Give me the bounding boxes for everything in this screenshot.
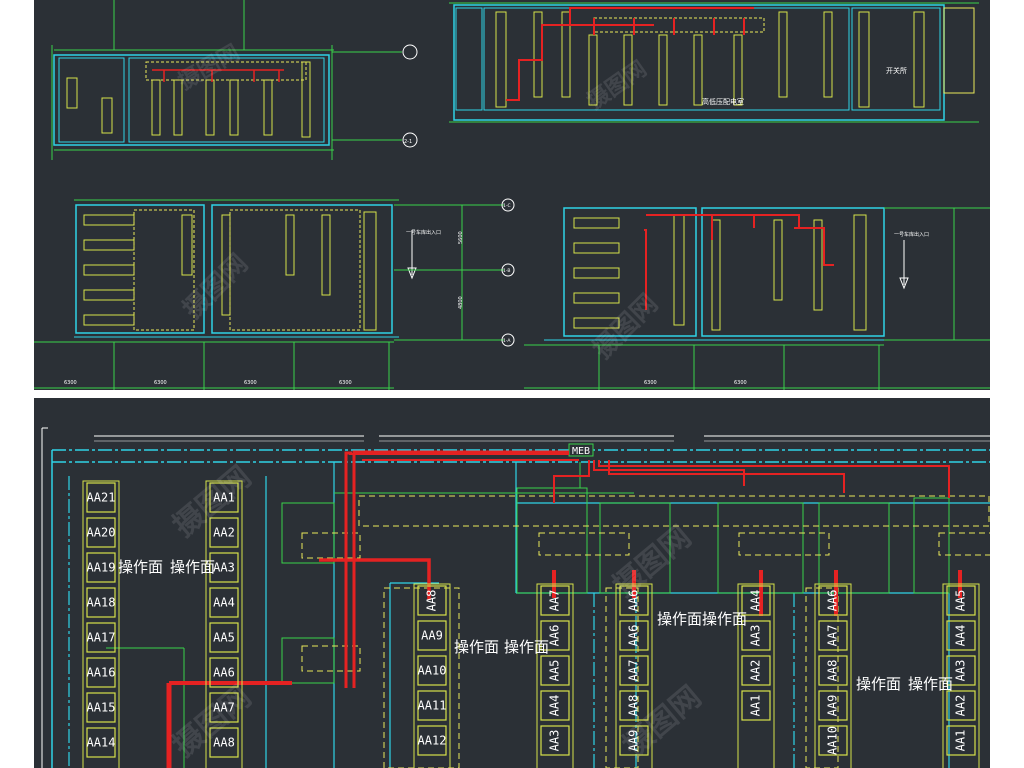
operation-face-label-7: 操作面 — [856, 675, 901, 693]
detail-drawing: MEB AA21 AA20 AA19 AA18 AA17 AA16 AA15 AA14 AA1 A… — [41, 427, 990, 768]
cabinet-label: AA16 — [87, 666, 116, 680]
operation-face-label-6: 操作面 — [702, 610, 747, 628]
cabinet-label: AA5 — [213, 631, 235, 645]
bottom-dimension-3: 6300 — [244, 380, 257, 386]
cabinet-label: AA12 — [418, 734, 447, 748]
axis-label-1-c: 1-C — [503, 203, 511, 209]
cabinet-label: AA6 — [826, 590, 840, 612]
cabinet-label: AA20 — [87, 526, 116, 540]
cabinet-label: AA8 — [425, 590, 439, 612]
room-label-switch: 开关所 — [886, 66, 907, 75]
axis-label-1-b: 1-B — [503, 268, 510, 274]
svg-text:摄图网: 摄图网 — [175, 41, 245, 96]
operation-face-label-8: 操作面 — [908, 675, 953, 693]
cabinet-label: AA3 — [548, 730, 562, 752]
cabinet-label: AA4 — [213, 596, 235, 610]
cabinet-label: AA10 — [826, 726, 840, 755]
operation-face-label-4: 操作面 — [504, 638, 549, 656]
entrance-label-2: 一号车库出入口 — [894, 231, 929, 238]
overview-drawing: 2-1 高低压配电室 开关所 一号车库出入口 5600 4800 1-C 1-B… — [34, 0, 990, 390]
building-top-right: 高低压配电室 开关所 — [449, 2, 979, 123]
cabinet-label: AA7 — [627, 660, 641, 682]
cabinet-label: AA9 — [421, 629, 443, 643]
cabinet-label: AA17 — [87, 631, 116, 645]
svg-text:摄图网: 摄图网 — [178, 249, 254, 325]
bottom-dimension-4: 6300 — [339, 380, 352, 386]
operation-face-label-2: 操作面 — [170, 558, 215, 576]
svg-text:摄图网: 摄图网 — [167, 679, 258, 764]
cabinet-label: AA1 — [954, 730, 968, 752]
cabinet-label: AA10 — [418, 664, 447, 678]
axis-label-1-a: 1-A — [503, 338, 511, 344]
cabinet-label: AA15 — [87, 701, 116, 715]
svg-text:摄图网: 摄图网 — [588, 289, 664, 365]
cabinet-label: AA21 — [87, 491, 116, 505]
cabinet-label: AA1 — [749, 695, 763, 717]
building-top-left: 2-1 — [51, 0, 418, 160]
cabinet-label: AA5 — [548, 660, 562, 682]
operation-face-label-5: 操作面 — [657, 610, 702, 628]
cabinet-label: AA2 — [954, 695, 968, 717]
detail-drawing-panel: MEB AA21 AA20 AA19 AA18 AA17 AA16 AA15 AA14 AA1 A… — [34, 398, 990, 768]
cabinet-label: AA8 — [627, 695, 641, 717]
cabinet-label: AA6 — [627, 625, 641, 647]
room-label-hv-lv: 高低压配电室 — [702, 97, 744, 106]
entrance-label-1: 一号车库出入口 — [406, 229, 441, 236]
dimension-label-4800: 4800 — [458, 296, 464, 309]
cabinet-label: AA6 — [548, 625, 562, 647]
cabinet-label: AA2 — [213, 526, 235, 540]
cabinet-label: AA18 — [87, 596, 116, 610]
bottom-dimension-5: 6300 — [644, 380, 657, 386]
cabinet-label: AA6 — [213, 666, 235, 680]
operation-face-label-1: 操作面 — [118, 558, 163, 576]
cabinet-label: AA2 — [749, 660, 763, 682]
cabinet-label: AA7 — [826, 625, 840, 647]
cabinet-label: AA19 — [87, 561, 116, 575]
operation-face-label-3: 操作面 — [454, 638, 499, 656]
building-middle-left: 一号车库出入口 5600 4800 1-C 1-B 1-A 6300 6300 … — [34, 198, 515, 390]
meb-label: MEB — [572, 446, 590, 457]
dimension-label-5600: 5600 — [458, 231, 464, 244]
cabinet-label: AA11 — [418, 699, 447, 713]
cabinet-label: AA9 — [826, 695, 840, 717]
cabinet-label: AA7 — [548, 590, 562, 612]
bottom-dimension-6: 6300 — [734, 380, 747, 386]
overview-drawing-panel: 2-1 高低压配电室 开关所 一号车库出入口 5600 4800 1-C 1-B… — [34, 0, 990, 390]
bottom-dimension-2: 6300 — [154, 380, 167, 386]
cabinet-label: AA8 — [826, 660, 840, 682]
cabinet-label: AA3 — [749, 625, 763, 647]
svg-text:摄图网: 摄图网 — [583, 57, 651, 115]
cabinet-label: AA4 — [749, 590, 763, 612]
cabinet-label: AA14 — [87, 736, 116, 750]
cabinet-label: AA3 — [954, 660, 968, 682]
cabinet-label: AA4 — [954, 625, 968, 647]
bottom-dimension-1: 6300 — [64, 380, 77, 386]
cabinet-label: AA5 — [954, 590, 968, 612]
cabinet-label: AA4 — [548, 695, 562, 717]
cabinet-label: AA3 — [213, 561, 235, 575]
cabinet-column-frame — [82, 480, 120, 768]
svg-text:摄图网: 摄图网 — [617, 679, 708, 764]
building-middle-right: 一号车库出入口 6300 6300 — [524, 207, 990, 390]
axis-label-2-1: 2-1 — [404, 139, 412, 145]
